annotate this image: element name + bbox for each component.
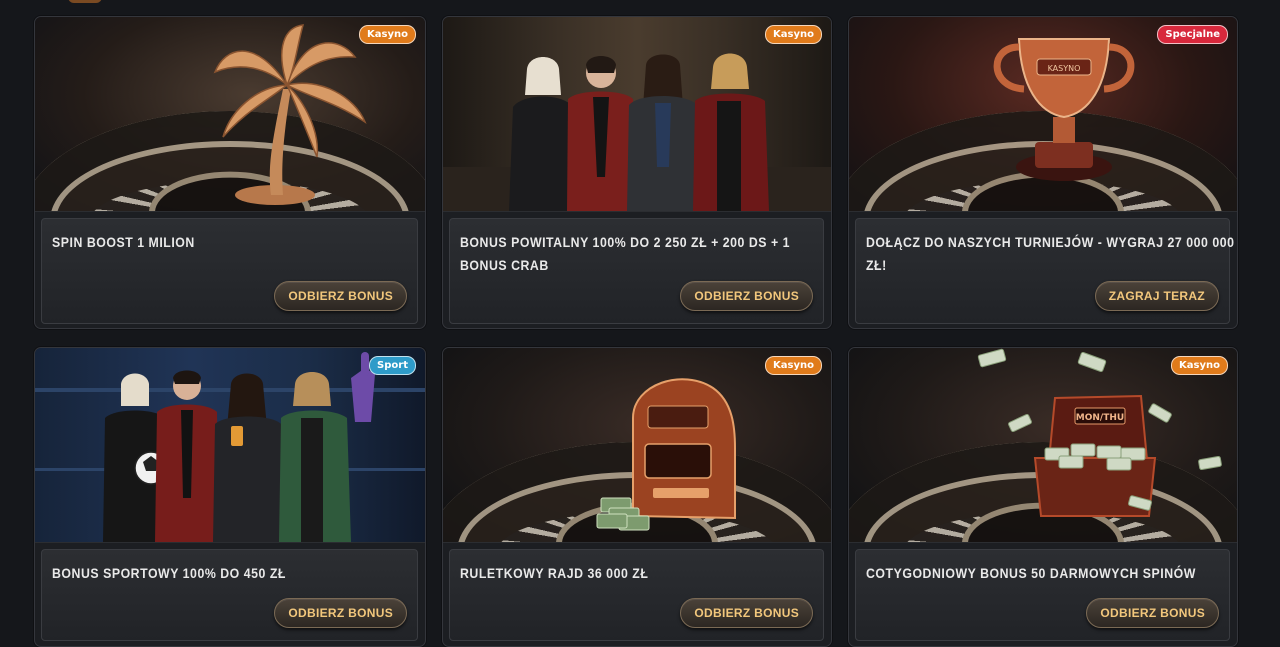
- palm-tree-icon: [213, 24, 367, 205]
- claim-bonus-button[interactable]: ODBIERZ BONUS: [274, 598, 407, 628]
- trophy-icon: KASYNO: [993, 38, 1135, 181]
- sport-fans-icon: [35, 352, 425, 542]
- promo-body: BONUS POWITALNY 100% DO 2 250 ZŁ + 200 D…: [449, 218, 824, 324]
- trophy-engraving: KASYNO: [1048, 64, 1081, 73]
- promotions-grid: Kasyno SPIN BOOST 1 MILION ODBIERZ BONUS: [34, 16, 1238, 647]
- category-badge: Kasyno: [1171, 356, 1228, 375]
- promo-card[interactable]: KASYNO Specjalne DOŁĄCZ DO NASZYCH TURNI…: [848, 16, 1238, 329]
- promo-title: COTYGODNIOWY BONUS 50 DARMOWYCH SPINÓW: [866, 565, 1196, 581]
- promo-title: RULETKOWY RAJD 36 000 ZŁ: [460, 565, 649, 581]
- promo-card[interactable]: Kasyno RULETKOWY RAJD 36 000 ZŁ ODBIERZ …: [442, 347, 832, 647]
- promo-card[interactable]: MON/THU Kasyno COTYGODNIOWY BONUS 50 DAR…: [848, 347, 1238, 647]
- promo-body: RULETKOWY RAJD 36 000 ZŁ ODBIERZ BONUS: [449, 549, 824, 641]
- claim-bonus-button[interactable]: ODBIERZ BONUS: [680, 598, 813, 628]
- promo-body: DOŁĄCZ DO NASZYCH TURNIEJÓW - WYGRAJ 27 …: [855, 218, 1234, 324]
- promo-body: BONUS SPORTOWY 100% DO 450 ZŁ ODBIERZ BO…: [41, 549, 418, 641]
- promo-image-sport-fans: Sport: [35, 348, 425, 543]
- category-badge: Specjalne: [1157, 25, 1228, 44]
- category-badge: Kasyno: [359, 25, 416, 44]
- top-tab-indicator: [68, 0, 102, 3]
- promo-body: SPIN BOOST 1 MILION ODBIERZ BONUS: [41, 218, 418, 324]
- promo-card[interactable]: Kasyno BONUS POWITALNY 100% DO 2 250 ZŁ …: [442, 16, 832, 329]
- claim-bonus-button[interactable]: ODBIERZ BONUS: [680, 281, 813, 311]
- suitcase-label: MON/THU: [1076, 413, 1124, 423]
- promo-title: DOŁĄCZ DO NASZYCH TURNIEJÓW - WYGRAJ 27 …: [866, 234, 1235, 273]
- category-badge: Kasyno: [765, 356, 822, 375]
- claim-bonus-button[interactable]: ODBIERZ BONUS: [1086, 598, 1219, 628]
- promo-image-money-suitcase: MON/THU Kasyno: [849, 348, 1237, 543]
- promo-title: BONUS SPORTOWY 100% DO 450 ZŁ: [52, 565, 286, 581]
- promo-card[interactable]: Sport BONUS SPORTOWY 100% DO 450 ZŁ ODBI…: [34, 347, 426, 647]
- category-badge: Kasyno: [765, 25, 822, 44]
- money-suitcase-icon: MON/THU: [977, 348, 1222, 517]
- promo-body: COTYGODNIOWY BONUS 50 DARMOWYCH SPINÓW O…: [855, 549, 1230, 641]
- promo-card[interactable]: Kasyno SPIN BOOST 1 MILION ODBIERZ BONUS: [34, 16, 426, 329]
- promo-image-group: Kasyno: [443, 17, 831, 212]
- category-badge: Sport: [369, 356, 416, 375]
- promo-title: SPIN BOOST 1 MILION: [52, 234, 195, 250]
- claim-bonus-button[interactable]: ODBIERZ BONUS: [274, 281, 407, 311]
- play-now-button[interactable]: ZAGRAJ TERAZ: [1094, 281, 1219, 311]
- promo-title: BONUS POWITALNY 100% DO 2 250 ZŁ + 200 D…: [460, 234, 791, 273]
- promo-image-trophy: KASYNO Specjalne: [849, 17, 1237, 212]
- promo-image-slot-machine: Kasyno: [443, 348, 831, 543]
- slot-machine-icon: [596, 378, 736, 531]
- group-portrait-icon: [443, 53, 831, 211]
- promo-image-palm: Kasyno: [35, 17, 425, 212]
